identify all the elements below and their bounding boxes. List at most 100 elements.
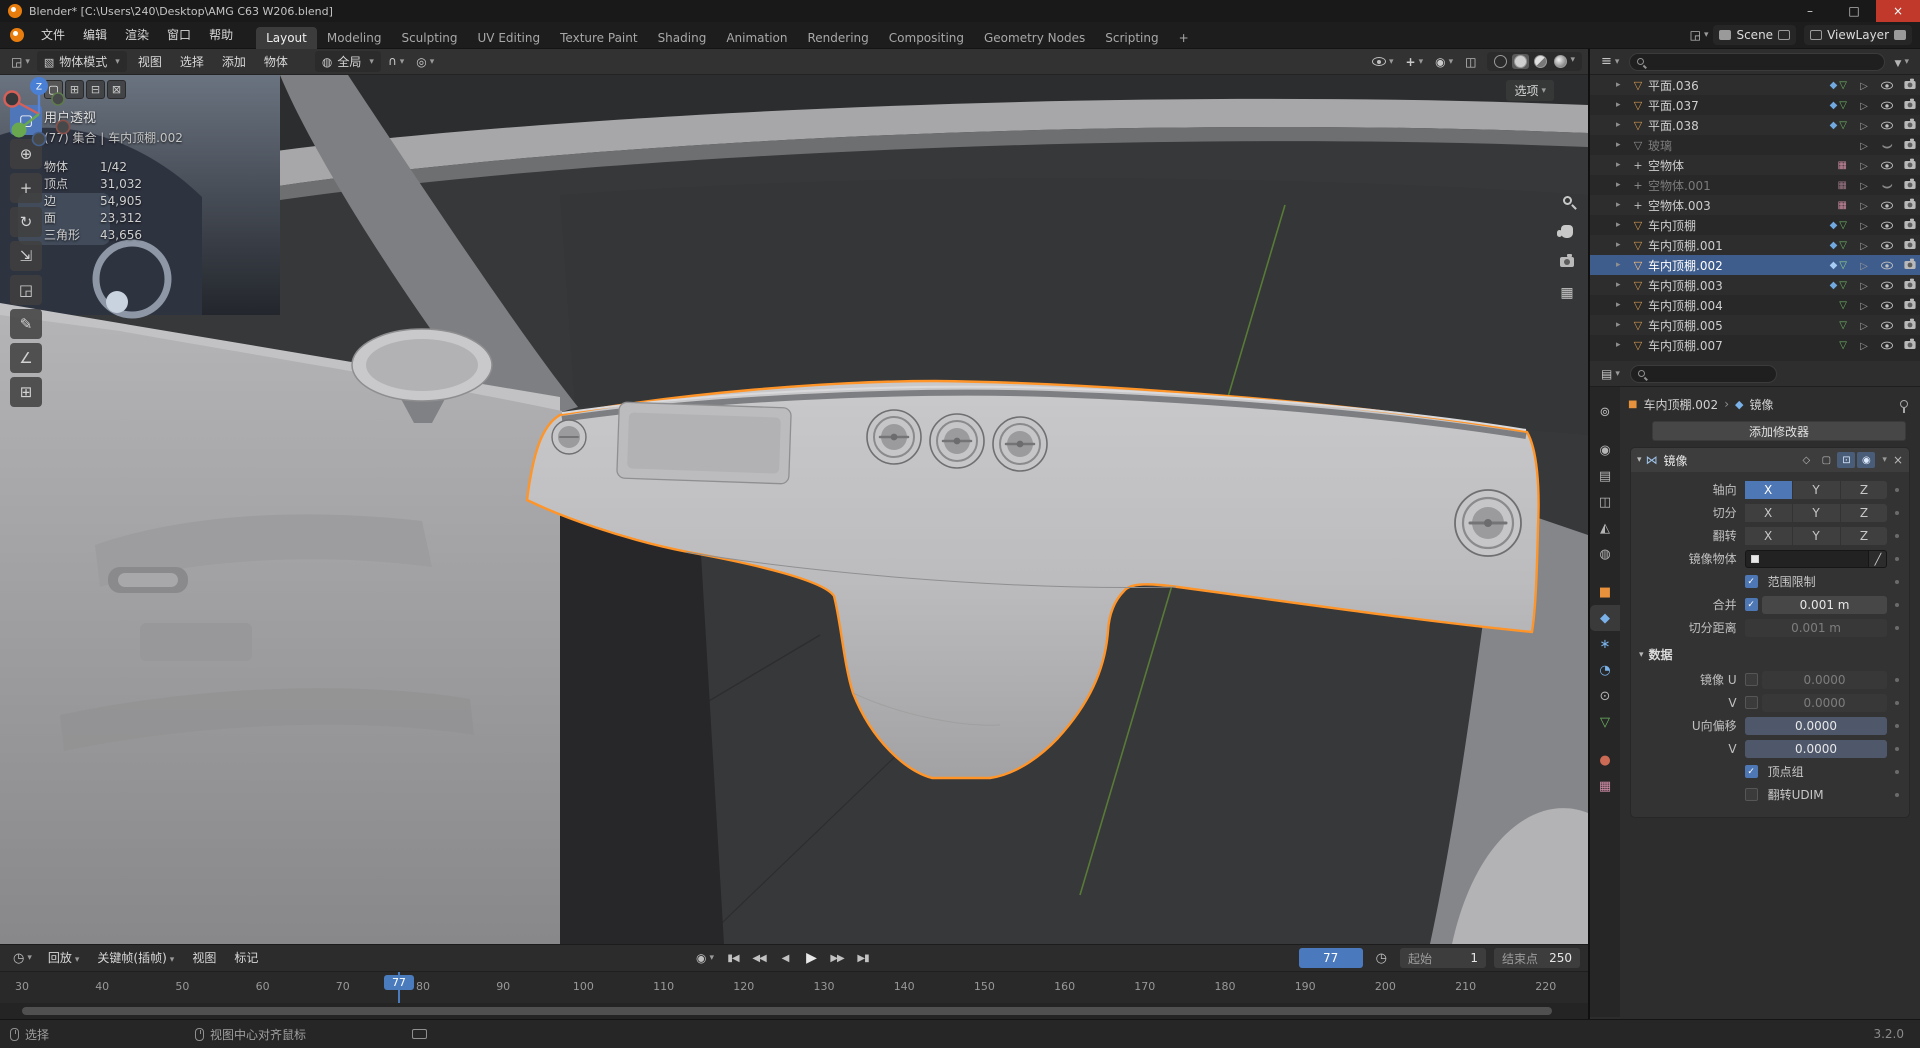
- hide-in-viewport-toggle[interactable]: [1877, 321, 1897, 330]
- blender-menu-icon[interactable]: [8, 27, 26, 43]
- outliner-row[interactable]: ▸ ▽ 车内顶棚.005 ▽: [1590, 315, 1920, 335]
- properties-tab[interactable]: ▤: [1590, 463, 1620, 489]
- viewport-menu-item[interactable]: 视图: [129, 52, 171, 72]
- transport-button[interactable]: ▮◀: [721, 948, 745, 968]
- menu-item[interactable]: 编辑: [74, 25, 116, 45]
- shading-material-button[interactable]: [1532, 54, 1549, 69]
- disable-in-render-toggle[interactable]: [1900, 318, 1920, 330]
- expand-arrow-icon[interactable]: ▸: [1616, 100, 1628, 110]
- data-section-header[interactable]: ▾ 数据: [1639, 646, 1907, 663]
- disable-in-render-toggle[interactable]: [1900, 238, 1920, 250]
- properties-tab[interactable]: ◫: [1590, 489, 1620, 515]
- selectable-toggle[interactable]: [1854, 198, 1874, 212]
- disable-in-render-toggle[interactable]: [1900, 78, 1920, 90]
- properties-tab[interactable]: ▽: [1590, 709, 1620, 735]
- tool-button[interactable]: ↻: [10, 207, 42, 237]
- properties-tab[interactable]: ●: [1590, 747, 1620, 773]
- show-hide-dropdown[interactable]: [1367, 55, 1399, 69]
- shading-rendered-button[interactable]: [1552, 54, 1577, 69]
- collapse-arrow-icon[interactable]: ▾: [1637, 455, 1642, 465]
- selectable-toggle[interactable]: [1854, 298, 1874, 312]
- outliner-row[interactable]: ▸ + 空物体.001 ▦: [1590, 175, 1920, 195]
- gizmos-dropdown[interactable]: [1401, 53, 1429, 71]
- modifier-extras-dropdown[interactable]: [1879, 455, 1887, 465]
- viewlayer-name[interactable]: ViewLayer: [1827, 28, 1889, 42]
- outliner-row[interactable]: ▸ ▽ 平面.036 ◆ ▽: [1590, 75, 1920, 95]
- properties-tab[interactable]: ◆: [1590, 605, 1620, 631]
- menu-item[interactable]: 文件: [32, 25, 74, 45]
- workspace-tab[interactable]: Animation: [716, 27, 797, 49]
- properties-tab[interactable]: ◍: [1590, 541, 1620, 567]
- hide-in-viewport-toggle[interactable]: [1877, 81, 1897, 90]
- axis-toggle-button[interactable]: Z: [1840, 480, 1888, 499]
- disable-in-render-toggle[interactable]: [1900, 338, 1920, 350]
- properties-tab[interactable]: ◉: [1590, 437, 1620, 463]
- outliner-row[interactable]: ▸ ▽ 平面.037 ◆ ▽: [1590, 95, 1920, 115]
- workspace-tab[interactable]: Sculpting: [391, 27, 467, 49]
- navigation-gizmo[interactable]: Z: [0, 75, 78, 153]
- outliner-row[interactable]: ▸ ▽ 车内顶棚.003 ◆ ▽: [1590, 275, 1920, 295]
- camera-view-icon[interactable]: [1558, 253, 1576, 271]
- transform-orientation-dropdown[interactable]: 全局: [314, 51, 381, 72]
- display-toggle[interactable]: ▢: [1817, 452, 1835, 468]
- expand-arrow-icon[interactable]: ▸: [1616, 160, 1628, 170]
- axis-toggle-button[interactable]: Y: [1792, 480, 1840, 499]
- disable-in-render-toggle[interactable]: [1900, 198, 1920, 210]
- disable-in-render-toggle[interactable]: [1900, 258, 1920, 270]
- overlays-dropdown[interactable]: [1430, 53, 1458, 71]
- selectable-toggle[interactable]: [1854, 238, 1874, 252]
- expand-arrow-icon[interactable]: ▸: [1616, 200, 1628, 210]
- transport-button[interactable]: ▶▮: [851, 948, 875, 968]
- selectable-toggle[interactable]: [1854, 278, 1874, 292]
- hide-in-viewport-toggle[interactable]: [1877, 182, 1897, 189]
- expand-arrow-icon[interactable]: ▸: [1616, 240, 1628, 250]
- selectable-toggle[interactable]: [1854, 258, 1874, 272]
- hide-in-viewport-toggle[interactable]: [1877, 281, 1897, 290]
- axis-toggle-button[interactable]: Z: [1840, 503, 1888, 522]
- object-name[interactable]: 车内顶棚.002: [1648, 257, 1827, 274]
- hide-in-viewport-toggle[interactable]: [1877, 221, 1897, 230]
- outliner-row[interactable]: ▸ + 空物体 ▦: [1590, 155, 1920, 175]
- object-name[interactable]: 平面.038: [1648, 117, 1827, 134]
- xray-toggle[interactable]: [1460, 53, 1481, 71]
- outliner-editor-type-icon[interactable]: [1596, 52, 1624, 71]
- disable-in-render-toggle[interactable]: [1900, 278, 1920, 290]
- properties-tab[interactable]: ▦: [1590, 773, 1620, 799]
- menu-item[interactable]: 渲染: [116, 25, 158, 45]
- selectable-toggle[interactable]: [1854, 138, 1874, 152]
- timeline-ruler[interactable]: 77 30 40 50 60 70 80 90 100 110 120 130 140 150 160 17…: [0, 971, 1588, 1003]
- selectable-toggle[interactable]: [1854, 318, 1874, 332]
- playhead-chip[interactable]: 77: [383, 975, 414, 990]
- disable-in-render-toggle[interactable]: [1900, 218, 1920, 230]
- workspace-tab[interactable]: Geometry Nodes: [974, 27, 1095, 49]
- viewport[interactable]: ▢ ⊕ + ↻ ⇲ ◲ ✎ ∠ ⊞ ▢ ⊞ ⊟ ⊠ 选项 ▾ 用户透视 (77)…: [0, 75, 1588, 944]
- workspace-tab[interactable]: Layout: [256, 26, 317, 49]
- viewport-menu-item[interactable]: 物体: [255, 52, 297, 72]
- selectable-toggle[interactable]: [1854, 338, 1874, 352]
- object-name[interactable]: 平面.036: [1648, 77, 1827, 94]
- timeline-scroll-thumb[interactable]: [22, 1007, 1552, 1015]
- workspace-tab[interactable]: Rendering: [798, 27, 879, 49]
- outliner-row[interactable]: ▸ + 空物体.003 ▦: [1590, 195, 1920, 215]
- menu-item[interactable]: 帮助: [200, 25, 242, 45]
- mirror-object-field[interactable]: [1744, 549, 1870, 568]
- workspace-tab[interactable]: Texture Paint: [550, 27, 647, 49]
- selectable-toggle[interactable]: [1854, 118, 1874, 132]
- expand-arrow-icon[interactable]: ▸: [1616, 340, 1628, 350]
- properties-editor-type-icon[interactable]: [1596, 365, 1625, 383]
- select-mode-button[interactable]: ⊠: [107, 80, 126, 99]
- outliner-row[interactable]: ▸ ▽ 平面.038 ◆ ▽: [1590, 115, 1920, 135]
- expand-arrow-icon[interactable]: ▸: [1616, 80, 1628, 90]
- vertex-groups-checkbox[interactable]: [1744, 765, 1758, 778]
- transport-button[interactable]: ◀◀: [747, 948, 771, 968]
- scene-picker[interactable]: Scene: [1713, 25, 1797, 45]
- properties-tab[interactable]: ■: [1590, 579, 1620, 605]
- viewlayer-picker[interactable]: ViewLayer: [1804, 25, 1912, 45]
- workspace-tab[interactable]: Scripting: [1095, 27, 1168, 49]
- hide-in-viewport-toggle[interactable]: [1877, 201, 1897, 210]
- object-name[interactable]: 车内顶棚.003: [1648, 277, 1827, 294]
- frame-end-field[interactable]: 结束点 250: [1494, 948, 1580, 968]
- offset-v-field[interactable]: 0.0000: [1744, 739, 1888, 758]
- outliner-row[interactable]: ▸ ▽ 车内顶棚.002 ◆ ▽: [1590, 255, 1920, 275]
- properties-search-input[interactable]: [1629, 364, 1778, 383]
